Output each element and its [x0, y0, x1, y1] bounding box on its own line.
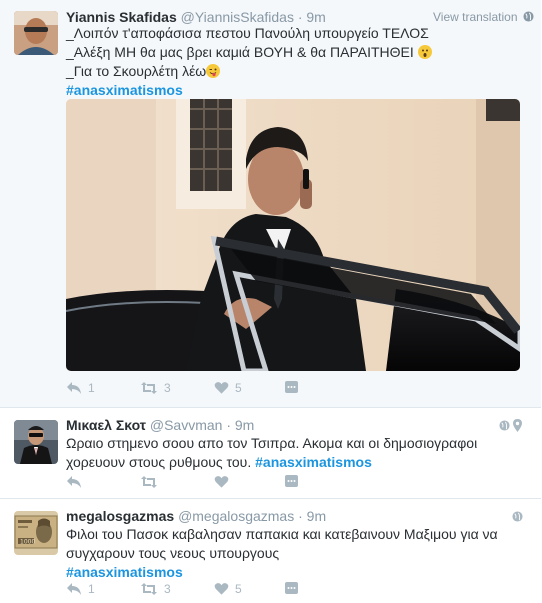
svg-text:1000: 1000 [20, 539, 35, 546]
tweet[interactable]: Μικαελ Σκοτ @Savvman · 9m Ωραιο στημενο … [0, 408, 541, 499]
more-icon [285, 475, 298, 487]
reply-count: 1 [88, 582, 95, 596]
reply-count: 1 [88, 381, 95, 395]
tweet-text: Φιλοι του Πασοκ καβαλησαν παπακια και κα… [66, 525, 526, 582]
hashtag[interactable]: #anasximatismos [66, 563, 526, 582]
globe-icon [523, 11, 534, 22]
tweet-actions: 1 3 5 [66, 381, 526, 401]
more-icon [285, 381, 298, 393]
tweet[interactable]: Yiannis Skafidas @YiannisSkafidas · 9m V… [0, 0, 541, 408]
more-button[interactable] [285, 475, 298, 487]
avatar[interactable] [14, 420, 58, 464]
wink-tongue-emoji-icon [206, 64, 221, 78]
like-count: 5 [235, 582, 242, 596]
avatar[interactable] [14, 11, 58, 55]
like-button[interactable] [214, 475, 229, 489]
reply-button[interactable] [66, 475, 82, 489]
hashtag[interactable]: #anasximatismos [66, 81, 526, 100]
reply-icon [67, 476, 81, 488]
reply-icon [67, 583, 81, 595]
more-button[interactable] [285, 381, 298, 393]
heart-icon [214, 382, 229, 394]
display-name[interactable]: Yiannis Skafidas [66, 9, 177, 25]
tweet-header: Yiannis Skafidas @YiannisSkafidas · 9m [66, 9, 326, 25]
tweet-line: _Αλέξη ΜΗ θα μας βρει καμιά ΒΟΥΗ & θα ΠΑ… [66, 43, 526, 62]
retweet-button[interactable]: 3 [140, 381, 171, 395]
tweet[interactable]: 1000 megalosgazmas @megalosgazmas · 9m Φ… [0, 499, 541, 603]
reply-button[interactable]: 1 [66, 582, 95, 596]
view-translation-label[interactable]: View translation [433, 10, 518, 24]
retweet-count: 3 [164, 381, 171, 395]
reply-button[interactable]: 1 [66, 381, 95, 395]
heart-icon [214, 583, 229, 595]
retweet-icon [141, 382, 157, 394]
like-button[interactable]: 5 [214, 381, 242, 395]
tweet-text-content: Φιλοι του Πασοκ καβαλησαν παπακια και κα… [66, 526, 498, 561]
tweet-line: _Για το Σκουρλέτη λέω [66, 62, 526, 81]
timestamp[interactable]: · 9m [298, 508, 326, 524]
retweet-count: 3 [164, 582, 171, 596]
timestamp[interactable]: · 9m [298, 9, 326, 25]
retweet-button[interactable] [140, 475, 158, 489]
globe-icon [499, 420, 510, 431]
location-icon[interactable] [513, 419, 522, 432]
tweet-line-text: _Για το Σκουρλέτη λέω [66, 63, 207, 79]
tweet-actions [66, 475, 526, 495]
avatar[interactable]: 1000 [14, 511, 58, 555]
like-count: 5 [235, 381, 242, 395]
more-icon [285, 582, 298, 594]
retweet-icon [141, 476, 157, 488]
tweet-text: Ωραιο στημενο σοου απο τον Τσιπρα. Ακομα… [66, 434, 521, 472]
tweet-line-text: _Αλέξη ΜΗ θα μας βρει καμιά ΒΟΥΗ & θα ΠΑ… [66, 44, 414, 60]
view-translation[interactable]: View translation [433, 10, 534, 24]
retweet-button[interactable]: 3 [140, 582, 171, 596]
retweet-icon [141, 583, 157, 595]
hashtag[interactable]: #anasximatismos [255, 454, 372, 470]
display-name[interactable]: Μικαελ Σκοτ [66, 417, 146, 433]
tweet-line: _Λοιπόν τ'αποφάσισα πεστου Πανούλη υπουρ… [66, 25, 429, 41]
tweet-text: _Λοιπόν τ'αποφάσισα πεστου Πανούλη υπουρ… [66, 24, 526, 100]
heart-icon [214, 476, 229, 488]
globe-icon [512, 511, 523, 522]
tweet-header: Μικαελ Σκοτ @Savvman · 9m [66, 417, 254, 433]
handle[interactable]: @Savvman [150, 417, 223, 433]
display-name[interactable]: megalosgazmas [66, 508, 174, 524]
tweet-photo[interactable] [66, 99, 520, 371]
tweet-header: megalosgazmas @megalosgazmas · 9m [66, 508, 326, 524]
astonished-emoji-icon [417, 45, 432, 59]
more-button[interactable] [285, 582, 298, 594]
like-button[interactable]: 5 [214, 582, 242, 596]
tweet-actions: 1 3 5 [66, 582, 526, 602]
reply-icon [67, 382, 81, 394]
timestamp[interactable]: · 9m [226, 417, 254, 433]
handle[interactable]: @YiannisSkafidas [181, 9, 294, 25]
handle[interactable]: @megalosgazmas [178, 508, 294, 524]
